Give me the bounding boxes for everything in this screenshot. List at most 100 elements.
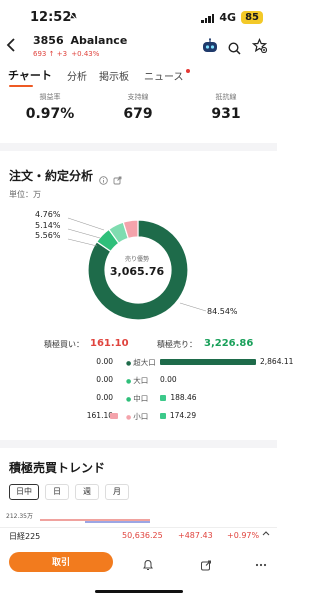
bottom-action-bar: 取引	[0, 546, 277, 580]
metric-resistance: 抵抗線 931	[180, 92, 272, 122]
order-category: ● 中口	[126, 394, 149, 403]
order-donut-chart: 4.76% 5.14% 5.56% 84.54% 売り優勢 3,065.76	[0, 200, 277, 325]
order-category: ● 小口	[126, 412, 149, 421]
home-indicator	[95, 590, 183, 593]
order-category: ● 超大口	[126, 358, 156, 367]
mute-bell-icon	[69, 12, 78, 24]
category-dot: ●	[126, 378, 132, 385]
leader-line	[67, 238, 98, 247]
stock-price-line: 693 ↑ +3 +0.43%	[33, 50, 99, 58]
stock-price: 693	[33, 50, 47, 58]
active-sell-value: 3,226.86	[204, 338, 254, 349]
status-bar: 12:52 4G 85	[0, 0, 277, 36]
sell-bar	[160, 413, 166, 419]
period-week[interactable]: 週	[75, 484, 99, 500]
trend-title: 積極売買トレンド	[9, 461, 106, 475]
index-value: 50,636.25	[122, 531, 163, 540]
buy-value: 0.00	[96, 393, 113, 402]
tab-analysis[interactable]: 分析	[67, 68, 87, 83]
back-arrow-icon[interactable]	[6, 36, 16, 57]
buy-value: 0.00	[96, 357, 113, 366]
period-day[interactable]: 日	[45, 484, 69, 500]
period-month[interactable]: 月	[105, 484, 129, 500]
index-ticker[interactable]: 日経225 50,636.25 +487.43 +0.97%	[0, 527, 277, 543]
metric-support: 支持線 679	[92, 92, 184, 122]
trend-chart: 212.35万	[0, 508, 277, 528]
sell-bar	[160, 359, 256, 365]
stock-title: 3856 Abalance	[33, 34, 127, 47]
order-row: 0.00 ● 中口 188.46	[0, 393, 277, 405]
stock-code: 3856	[33, 34, 64, 47]
sell-bar	[160, 395, 167, 401]
chevron-up-icon[interactable]	[262, 529, 270, 538]
search-icon[interactable]	[228, 40, 241, 59]
signal-icon	[201, 13, 215, 23]
leader-line	[179, 302, 207, 312]
period-selector: 日中 日 週 月	[9, 484, 129, 500]
leader-line	[67, 228, 101, 239]
trade-button[interactable]: 取引	[9, 552, 113, 572]
up-arrow-icon: ↑	[48, 50, 55, 58]
network-label: 4G	[219, 11, 237, 24]
period-intraday[interactable]: 日中	[9, 484, 39, 500]
category-dot: ●	[126, 396, 132, 403]
order-row: 161.10 ● 小口 174.29	[0, 411, 277, 423]
info-icon[interactable]	[99, 170, 108, 189]
alert-bell-icon[interactable]	[142, 556, 154, 575]
section-divider	[0, 143, 277, 151]
donut-center-label: 売り優勢	[124, 256, 149, 263]
metric-value: 931	[211, 106, 241, 122]
buy-bar	[110, 413, 118, 419]
status-time: 12:52	[30, 10, 72, 25]
index-change: +487.43	[178, 531, 213, 540]
active-tab-indicator	[9, 85, 33, 87]
slice-label-mid: 5.14%	[35, 221, 61, 230]
share-icon[interactable]	[113, 170, 122, 189]
category-dot: ●	[126, 360, 132, 367]
metric-value: 0.97%	[25, 106, 75, 122]
share-icon[interactable]	[200, 556, 212, 575]
tab-bar: チャート 分析 掲示板 ニュース	[0, 66, 277, 88]
trend-lines	[40, 519, 150, 523]
donut-center: 売り優勢 3,065.76	[100, 254, 174, 278]
stock-change-pct: +0.43%	[71, 50, 100, 58]
donut-center-value: 3,065.76	[109, 265, 165, 278]
slice-label-small: 4.76%	[35, 210, 61, 219]
order-category: ● 大口	[126, 376, 149, 385]
ai-assistant-icon[interactable]	[201, 38, 219, 54]
sell-value: 2,864.11	[260, 357, 294, 366]
slice-label-super: 84.54%	[207, 307, 238, 316]
active-sell-label: 積極売り：	[157, 340, 197, 349]
active-buy-sell: 積極買い： 161.10 積極売り： 3,226.86	[0, 338, 277, 352]
order-row: 0.00 ● 超大口 2,864.11	[0, 357, 293, 369]
metrics-row: 損益率 0.97% 支持線 679 抵抗線 931	[0, 92, 277, 134]
tab-board[interactable]: 掲示板	[99, 68, 129, 83]
buy-value: 0.00	[96, 375, 113, 384]
section-divider	[0, 440, 277, 448]
metric-label: 損益率	[39, 93, 61, 101]
index-change-pct: +0.97%	[227, 531, 260, 540]
sell-value: 0.00	[160, 375, 177, 384]
stock-name: Abalance	[70, 34, 128, 47]
order-row: 0.00 ● 大口 0.00	[0, 375, 277, 387]
news-notification-dot	[186, 69, 190, 73]
sell-value: 188.46	[170, 393, 197, 402]
tab-chart[interactable]: チャート	[8, 67, 52, 83]
metric-pnl: 損益率 0.97%	[4, 92, 96, 122]
more-icon[interactable]	[255, 556, 267, 575]
order-analysis-title: 注文・約定分析	[9, 169, 94, 183]
index-name: 日経225	[9, 532, 41, 541]
add-favorite-icon[interactable]	[251, 37, 268, 57]
stock-change: +3	[56, 50, 68, 58]
metric-label: 抵抗線	[215, 93, 237, 101]
tab-news[interactable]: ニュース	[144, 68, 184, 83]
slice-label-large: 5.56%	[35, 231, 61, 240]
battery-icon: 85	[241, 11, 263, 24]
unit-label: 単位：万	[9, 190, 41, 199]
stock-header: 3856 Abalance 693 ↑ +3 +0.43%	[0, 34, 277, 64]
category-dot: ●	[126, 414, 132, 421]
metric-value: 679	[123, 106, 153, 122]
sell-value: 174.29	[169, 411, 197, 420]
status-indicators: 4G 85	[201, 11, 263, 24]
active-buy-label: 積極買い：	[44, 340, 84, 349]
